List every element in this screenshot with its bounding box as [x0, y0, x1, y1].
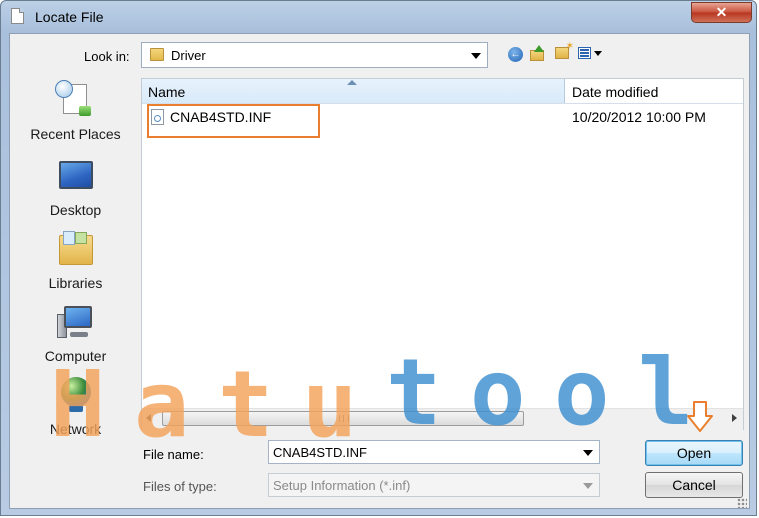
- files-of-type-label: Files of type:: [143, 479, 217, 494]
- recent-places-icon: [54, 80, 97, 120]
- column-header: Name Date modified: [142, 79, 743, 104]
- place-label: Recent Places: [30, 126, 121, 142]
- window-title: Locate File: [35, 9, 104, 25]
- scroll-left-arrow-icon[interactable]: [146, 414, 151, 422]
- libraries-icon: [55, 229, 97, 269]
- place-network[interactable]: Network: [13, 375, 138, 437]
- highlight-box: [147, 104, 320, 138]
- open-button[interactable]: Open: [645, 440, 743, 466]
- column-date-label: Date modified: [572, 84, 659, 100]
- file-name-input[interactable]: CNAB4STD.INF: [268, 440, 600, 464]
- place-label: Network: [49, 421, 102, 437]
- file-name-value[interactable]: CNAB4STD.INF: [273, 445, 367, 460]
- places-bar: Recent Places Desktop Libraries Computer…: [13, 76, 138, 446]
- scroll-right-arrow-icon[interactable]: [732, 414, 737, 422]
- file-name-label: File name:: [143, 447, 204, 462]
- desktop-icon: [55, 156, 97, 196]
- horizontal-scrollbar[interactable]: [142, 408, 743, 430]
- look-in-label: Look in:: [84, 49, 130, 64]
- network-icon: [55, 375, 97, 415]
- chevron-down-icon[interactable]: [583, 450, 593, 456]
- place-label: Desktop: [49, 202, 102, 218]
- folder-icon: [150, 48, 164, 61]
- file-date-modified: 10/20/2012 10:00 PM: [572, 109, 706, 125]
- files-of-type-dropdown[interactable]: Setup Information (*.inf): [268, 473, 600, 497]
- cancel-button[interactable]: Cancel: [645, 472, 743, 498]
- new-folder-icon[interactable]: [555, 41, 574, 59]
- back-arrow-icon[interactable]: ←: [508, 47, 523, 62]
- column-header-name[interactable]: Name: [142, 79, 565, 103]
- scrollbar-thumb[interactable]: [162, 411, 524, 426]
- close-button[interactable]: ✕: [691, 2, 752, 23]
- place-label: Computer: [44, 348, 107, 364]
- computer-icon: [55, 302, 97, 342]
- place-label: Libraries: [48, 275, 103, 291]
- place-recent-places[interactable]: Recent Places: [13, 80, 138, 142]
- down-arrow-indicator-icon: [687, 401, 713, 432]
- column-name-label: Name: [148, 84, 186, 100]
- view-menu-icon[interactable]: [578, 46, 602, 62]
- chevron-down-icon[interactable]: [583, 483, 593, 489]
- look-in-value: Driver: [171, 48, 206, 63]
- file-list[interactable]: Name Date modified CNAB4STD.INF 10/20/20…: [141, 78, 744, 430]
- files-of-type-value: Setup Information (*.inf): [273, 478, 411, 493]
- document-icon: [11, 8, 24, 24]
- place-computer[interactable]: Computer: [13, 302, 138, 364]
- place-desktop[interactable]: Desktop: [13, 156, 138, 218]
- chevron-down-icon[interactable]: [471, 53, 481, 59]
- place-libraries[interactable]: Libraries: [13, 229, 138, 291]
- resize-grip-icon[interactable]: [737, 498, 747, 508]
- look-in-dropdown[interactable]: Driver: [141, 42, 488, 68]
- up-folder-icon[interactable]: [530, 45, 546, 62]
- sort-ascending-icon: [347, 80, 357, 85]
- grip-icon: [339, 415, 349, 422]
- column-header-date-modified[interactable]: Date modified: [566, 79, 743, 103]
- title-bar[interactable]: Locate File ✕: [1, 1, 758, 33]
